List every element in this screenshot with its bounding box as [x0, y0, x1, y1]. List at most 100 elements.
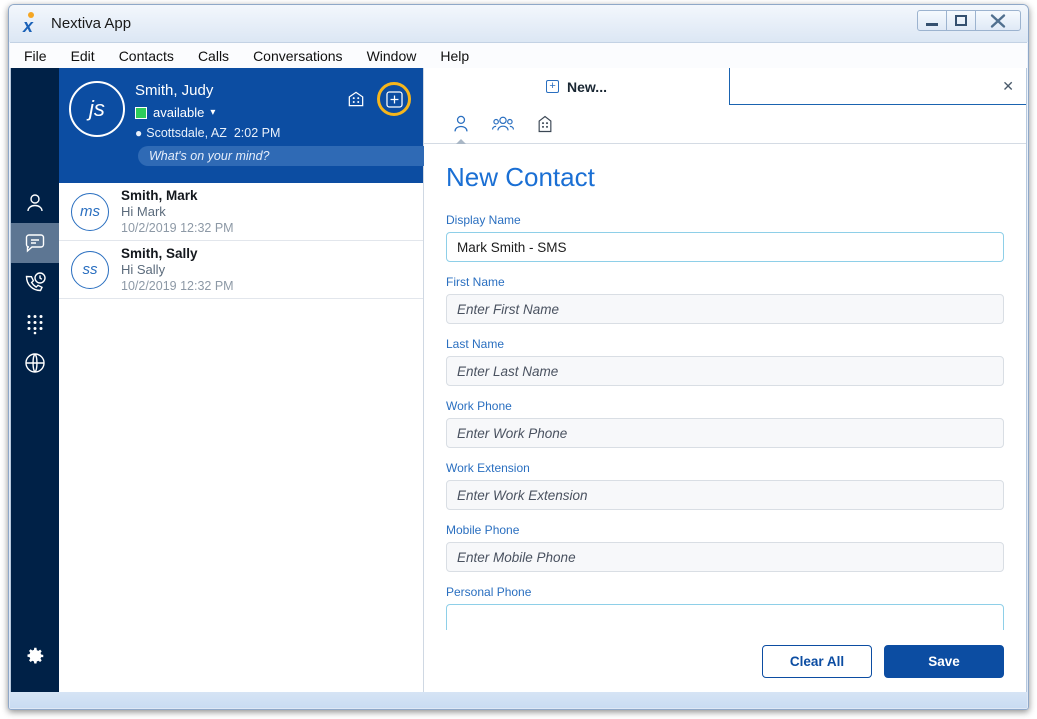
list-item[interactable]: ss Smith, Sally Hi Sally 10/2/2019 12:32… — [59, 241, 423, 299]
chevron-down-icon: ▾ — [210, 107, 216, 118]
tab-new-contact[interactable]: + New... — [424, 68, 730, 105]
field-label: Work Phone — [446, 399, 512, 413]
menu-item-help[interactable]: Help — [440, 48, 469, 64]
work-extension-input[interactable]: Enter Work Extension — [446, 480, 1004, 510]
field-label: Personal Phone — [446, 585, 532, 599]
rail-item-call-history[interactable] — [11, 263, 59, 303]
menu-item-window[interactable]: Window — [367, 48, 417, 64]
map-pin-icon: ● — [135, 126, 143, 140]
person-icon — [27, 194, 43, 212]
apps-grid-icon — [348, 91, 364, 107]
rail-item-messages[interactable] — [11, 223, 59, 263]
tab-strip: + New... ✕ — [424, 68, 1026, 105]
field-mobile-phone: Mobile Phone Enter Mobile Phone — [446, 523, 1004, 572]
minimize-icon — [926, 22, 938, 26]
subtab-enterprise[interactable] — [528, 109, 562, 139]
restore-button[interactable] — [946, 10, 976, 31]
menu-item-contacts[interactable]: Contacts — [119, 48, 174, 64]
window-controls — [917, 10, 1021, 31]
page-title: New Contact — [446, 162, 595, 192]
person-outline-icon — [454, 115, 468, 132]
field-label: First Name — [446, 275, 505, 289]
subtab-bar — [424, 105, 1026, 145]
close-icon — [990, 13, 1006, 28]
avatar[interactable]: js — [69, 81, 125, 137]
new-contact-form: New Contact Display Name Mark Smith - SM… — [424, 144, 1026, 630]
call-history-icon — [25, 272, 46, 292]
nextiva-logo-icon: x — [19, 11, 45, 37]
conversation-preview: Hi Sally — [121, 261, 166, 277]
restore-icon — [955, 15, 967, 26]
presence-label: available — [153, 105, 205, 120]
field-personal-phone: Personal Phone — [446, 585, 1004, 630]
field-display-name: Display Name Mark Smith - SMS — [446, 213, 1004, 262]
field-label: Mobile Phone — [446, 523, 520, 537]
clear-all-button[interactable]: Clear All — [762, 644, 872, 678]
profile-header: js Smith, Judy available ▾ ● Scottsdale,… — [59, 68, 445, 183]
personal-phone-input[interactable] — [446, 604, 1004, 630]
avatar: ms — [71, 192, 109, 231]
navigation-rail — [11, 68, 59, 692]
menu-item-file[interactable]: File — [24, 48, 47, 64]
local-time: 2:02 PM — [233, 126, 281, 140]
field-label: Last Name — [446, 337, 505, 351]
subtab-group[interactable] — [486, 109, 520, 139]
first-name-input[interactable]: Enter First Name — [446, 294, 1004, 324]
left-column: js Smith, Judy available ▾ ● Scottsdale,… — [59, 68, 445, 692]
building-icon — [538, 115, 552, 133]
location-row: ● Scottsdale, AZ 2:02 PM — [135, 126, 280, 140]
rail-item-directory[interactable] — [11, 343, 59, 383]
minimize-button[interactable] — [917, 10, 947, 31]
application-window: x Nextiva App File Edit Contacts Calls C… — [8, 4, 1029, 710]
close-button[interactable] — [975, 10, 1021, 31]
profile-name: Smith, Judy — [135, 82, 214, 99]
globe-icon — [25, 353, 45, 373]
mood-input[interactable]: What's on your mind? — [138, 146, 445, 166]
conversation-timestamp: 10/2/2019 12:32 PM — [121, 220, 234, 235]
conversation-name: Smith, Mark — [121, 187, 198, 203]
field-last-name: Last Name Enter Last Name — [446, 337, 1004, 386]
window-title: Nextiva App — [51, 15, 132, 32]
gear-icon — [27, 647, 44, 664]
rail-item-contacts[interactable] — [11, 183, 59, 223]
add-plus-icon — [385, 90, 403, 108]
dialpad-icon — [27, 315, 43, 335]
work-phone-input[interactable]: Enter Work Phone — [446, 418, 1004, 448]
conversation-preview: Hi Mark — [121, 203, 166, 219]
menu-item-calls[interactable]: Calls — [198, 48, 229, 64]
form-footer: Clear All Save — [424, 630, 1026, 692]
tab-label: New... — [567, 78, 607, 95]
conversation-timestamp: 10/2/2019 12:32 PM — [121, 278, 234, 293]
menu-item-edit[interactable]: Edit — [71, 48, 95, 64]
menu-bar: File Edit Contacts Calls Conversations W… — [10, 42, 1027, 68]
avatar: ss — [71, 250, 109, 289]
rail-item-settings[interactable] — [11, 636, 59, 676]
field-first-name: First Name Enter First Name — [446, 275, 1004, 324]
app-client-area: js Smith, Judy available ▾ ● Scottsdale,… — [10, 68, 1027, 693]
people-group-icon — [491, 116, 515, 131]
list-item[interactable]: ms Smith, Mark Hi Mark 10/2/2019 12:32 P… — [59, 183, 423, 241]
conversation-list[interactable]: ms Smith, Mark Hi Mark 10/2/2019 12:32 P… — [59, 183, 423, 692]
mobile-phone-input[interactable]: Enter Mobile Phone — [446, 542, 1004, 572]
close-icon[interactable]: ✕ — [1002, 79, 1014, 93]
chat-bubble-icon — [25, 234, 45, 253]
location-label: Scottsdale, AZ — [146, 126, 227, 140]
title-bar: x Nextiva App — [9, 5, 1028, 42]
display-name-input[interactable]: Mark Smith - SMS — [446, 232, 1004, 262]
detail-panel: + New... ✕ New Contact Display Name Mark… — [424, 68, 1026, 692]
menu-item-conversations[interactable]: Conversations — [253, 48, 343, 64]
subtab-contact[interactable] — [444, 109, 478, 145]
rail-item-dialpad[interactable] — [11, 303, 59, 343]
last-name-input[interactable]: Enter Last Name — [446, 356, 1004, 386]
presence-selector[interactable]: available ▾ — [135, 105, 215, 120]
field-label: Work Extension — [446, 461, 530, 475]
add-contact-button[interactable] — [377, 82, 411, 116]
field-label: Display Name — [446, 213, 521, 227]
status-bar — [10, 692, 1027, 708]
field-work-phone: Work Phone Enter Work Phone — [446, 399, 1004, 448]
conversation-name: Smith, Sally — [121, 245, 198, 261]
presence-status-dot — [135, 106, 147, 119]
save-button[interactable]: Save — [884, 644, 1004, 678]
apps-grid-button[interactable] — [345, 88, 367, 110]
field-work-extension: Work Extension Enter Work Extension — [446, 461, 1004, 510]
